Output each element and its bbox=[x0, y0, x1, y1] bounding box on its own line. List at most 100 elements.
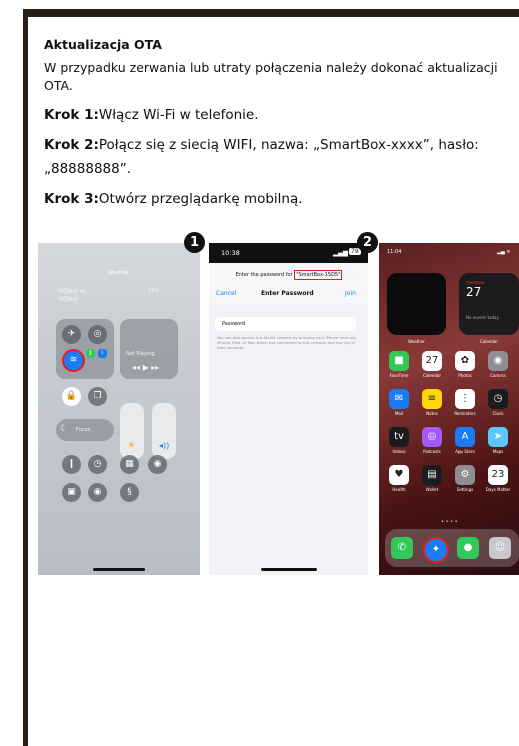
maps-icon[interactable]: ➤ bbox=[488, 427, 508, 447]
bluetooth-icon[interactable]: ᛒ bbox=[98, 349, 107, 358]
calendar-widget-label: Calendar bbox=[480, 339, 498, 344]
app-label: Health bbox=[392, 487, 406, 492]
tv-icon[interactable]: tv bbox=[389, 427, 409, 447]
app-label: Days Matter bbox=[485, 487, 511, 492]
clock-readout: 10:38 bbox=[221, 249, 240, 257]
hotspot-icon[interactable]: ◎ bbox=[88, 325, 107, 344]
screen-mirroring-icon[interactable]: ❐ bbox=[88, 387, 107, 406]
calendar-events: No events today bbox=[466, 315, 499, 320]
home-screen-screenshot: 11:04 ▂▄ ≋ Weather THURSDAY 27 No events… bbox=[379, 243, 519, 575]
wifi-password-screenshot: 10:38 ▂▄▆ 79 Enter the password for "Sma… bbox=[209, 243, 368, 575]
carrier-line-1: 中国移动 4G bbox=[58, 289, 87, 295]
app-label: Podcasts bbox=[423, 449, 441, 454]
step-2-label: Krok 2: bbox=[44, 137, 99, 153]
clock-readout: 11:04 bbox=[387, 249, 402, 255]
app-label: Camera bbox=[490, 373, 506, 378]
flashlight-icon[interactable]: ❙ bbox=[62, 455, 81, 474]
step-1-text: Włącz Wi-Fi w telefonie. bbox=[98, 107, 259, 123]
calendar-icon[interactable]: 27 bbox=[422, 351, 442, 371]
shazam-icon[interactable]: § bbox=[120, 483, 139, 502]
cancel-button[interactable]: Cancel bbox=[216, 290, 236, 297]
contacts-icon[interactable]: ☺ bbox=[489, 537, 511, 559]
battery-readout: 73% bbox=[148, 288, 160, 294]
section-title: Aktualizacja OTA bbox=[44, 37, 162, 52]
signal-icon: ▂▄▆ bbox=[333, 249, 348, 257]
password-placeholder: Password bbox=[222, 321, 246, 327]
page-border-left bbox=[23, 9, 28, 746]
home-indicator bbox=[261, 568, 317, 571]
password-prompt: Enter the password for "SmartBox-15D5" bbox=[219, 270, 359, 280]
now-playing-label: Not Playing bbox=[126, 351, 155, 357]
calendar-widget[interactable]: THURSDAY 27 No events today bbox=[459, 273, 519, 335]
app-label: Mail bbox=[394, 411, 404, 416]
timer-icon[interactable]: ◷ bbox=[88, 455, 107, 474]
weather-label: Weather bbox=[108, 270, 130, 276]
notes-icon[interactable]: ≡ bbox=[422, 389, 442, 409]
phone-icon[interactable]: ✆ bbox=[391, 537, 413, 559]
prompt-text: Enter the password for bbox=[235, 272, 293, 278]
help-text: You can also access this WLAN network by… bbox=[217, 335, 357, 350]
app-label: Settings bbox=[456, 487, 474, 492]
app-label: Maps bbox=[492, 449, 504, 454]
photos-icon[interactable]: ✿ bbox=[455, 351, 475, 371]
step-1: Krok 1:Włącz Wi-Fi w telefonie. bbox=[44, 103, 504, 127]
facetime-icon[interactable]: ■ bbox=[389, 351, 409, 371]
settings-icon[interactable]: ⚙ bbox=[455, 465, 475, 485]
app-label: Photos bbox=[458, 373, 472, 378]
playback-controls-icon[interactable]: ◂◂ ▶ ▸▸ bbox=[132, 363, 159, 372]
moon-icon: ☾ bbox=[60, 424, 69, 434]
page-dots: • • • • bbox=[441, 519, 458, 525]
page-border-top bbox=[23, 9, 519, 17]
record-icon[interactable]: ◉ bbox=[88, 483, 107, 502]
mail-icon[interactable]: ✉ bbox=[389, 389, 409, 409]
step-3-text: Otwórz przeglądarkę mobilną. bbox=[98, 191, 303, 207]
camera-icon[interactable]: ◉ bbox=[148, 455, 167, 474]
step-badge-1: 1 bbox=[184, 232, 205, 253]
code-scanner-icon[interactable]: ▣ bbox=[62, 483, 81, 502]
calculator-icon[interactable]: ▦ bbox=[120, 455, 139, 474]
app-label: FaceTime bbox=[389, 373, 409, 378]
brightness-icon: ☀ bbox=[127, 441, 136, 451]
home-indicator bbox=[93, 568, 145, 571]
podcasts-icon[interactable]: ◎ bbox=[422, 427, 442, 447]
wallet-icon[interactable]: ▤ bbox=[422, 465, 442, 485]
focus-label: Focus bbox=[76, 427, 91, 433]
reminders-icon[interactable]: ⋮ bbox=[455, 389, 475, 409]
safari-icon[interactable]: ✦ bbox=[423, 537, 449, 563]
volume-slider[interactable] bbox=[152, 403, 176, 459]
camera-icon[interactable]: ◉ bbox=[488, 351, 508, 371]
cellular-icon[interactable]: ∥ bbox=[86, 349, 95, 358]
status-bar: 10:38 ▂▄▆ 79 bbox=[209, 243, 368, 263]
password-field[interactable]: Password bbox=[215, 317, 356, 331]
intro-text: W przypadku zerwania lub utraty połączen… bbox=[44, 60, 498, 93]
sheet-header bbox=[209, 263, 368, 303]
app-label: Notes bbox=[426, 411, 438, 416]
instructions: Aktualizacja OTA W przypadku zerwania lu… bbox=[44, 37, 504, 217]
health-icon[interactable]: ♥ bbox=[389, 465, 409, 485]
carrier-line-2: 中国移动 bbox=[58, 297, 79, 303]
rotation-lock-icon[interactable]: 🔒 bbox=[62, 387, 81, 406]
app-label: Videos bbox=[392, 449, 406, 454]
weather-widget[interactable] bbox=[387, 273, 446, 335]
clock-icon[interactable]: ◷ bbox=[488, 389, 508, 409]
sheet-title: Enter Password bbox=[261, 290, 314, 297]
appstore-icon[interactable]: A bbox=[455, 427, 475, 447]
join-button[interactable]: Join bbox=[345, 290, 356, 297]
messages-icon[interactable]: ● bbox=[457, 537, 479, 559]
network-name: "SmartBox-15D5" bbox=[294, 270, 343, 280]
app-label: Reminders bbox=[454, 411, 476, 416]
daysmatter-icon[interactable]: 23 bbox=[488, 465, 508, 485]
step-3: Krok 3:Otwórz przeglądarkę mobilną. bbox=[44, 187, 504, 211]
step-badge-2: 2 bbox=[357, 232, 378, 253]
app-label: Clock bbox=[492, 411, 504, 416]
airplane-mode-icon[interactable]: ✈ bbox=[62, 325, 81, 344]
wifi-toggle-icon[interactable]: ≋ bbox=[62, 349, 85, 372]
weather-widget-label: Weather bbox=[408, 339, 425, 344]
step-3-label: Krok 3: bbox=[44, 191, 99, 207]
app-label: App Store bbox=[455, 449, 475, 454]
volume-icon: ◂)) bbox=[159, 441, 170, 450]
step-1-label: Krok 1: bbox=[44, 107, 99, 123]
status-icons: ▂▄ ≋ bbox=[497, 249, 511, 255]
step-2: Krok 2:Połącz się z siecią WIFI, nazwa: … bbox=[44, 133, 504, 181]
app-label: Wallet bbox=[425, 487, 439, 492]
